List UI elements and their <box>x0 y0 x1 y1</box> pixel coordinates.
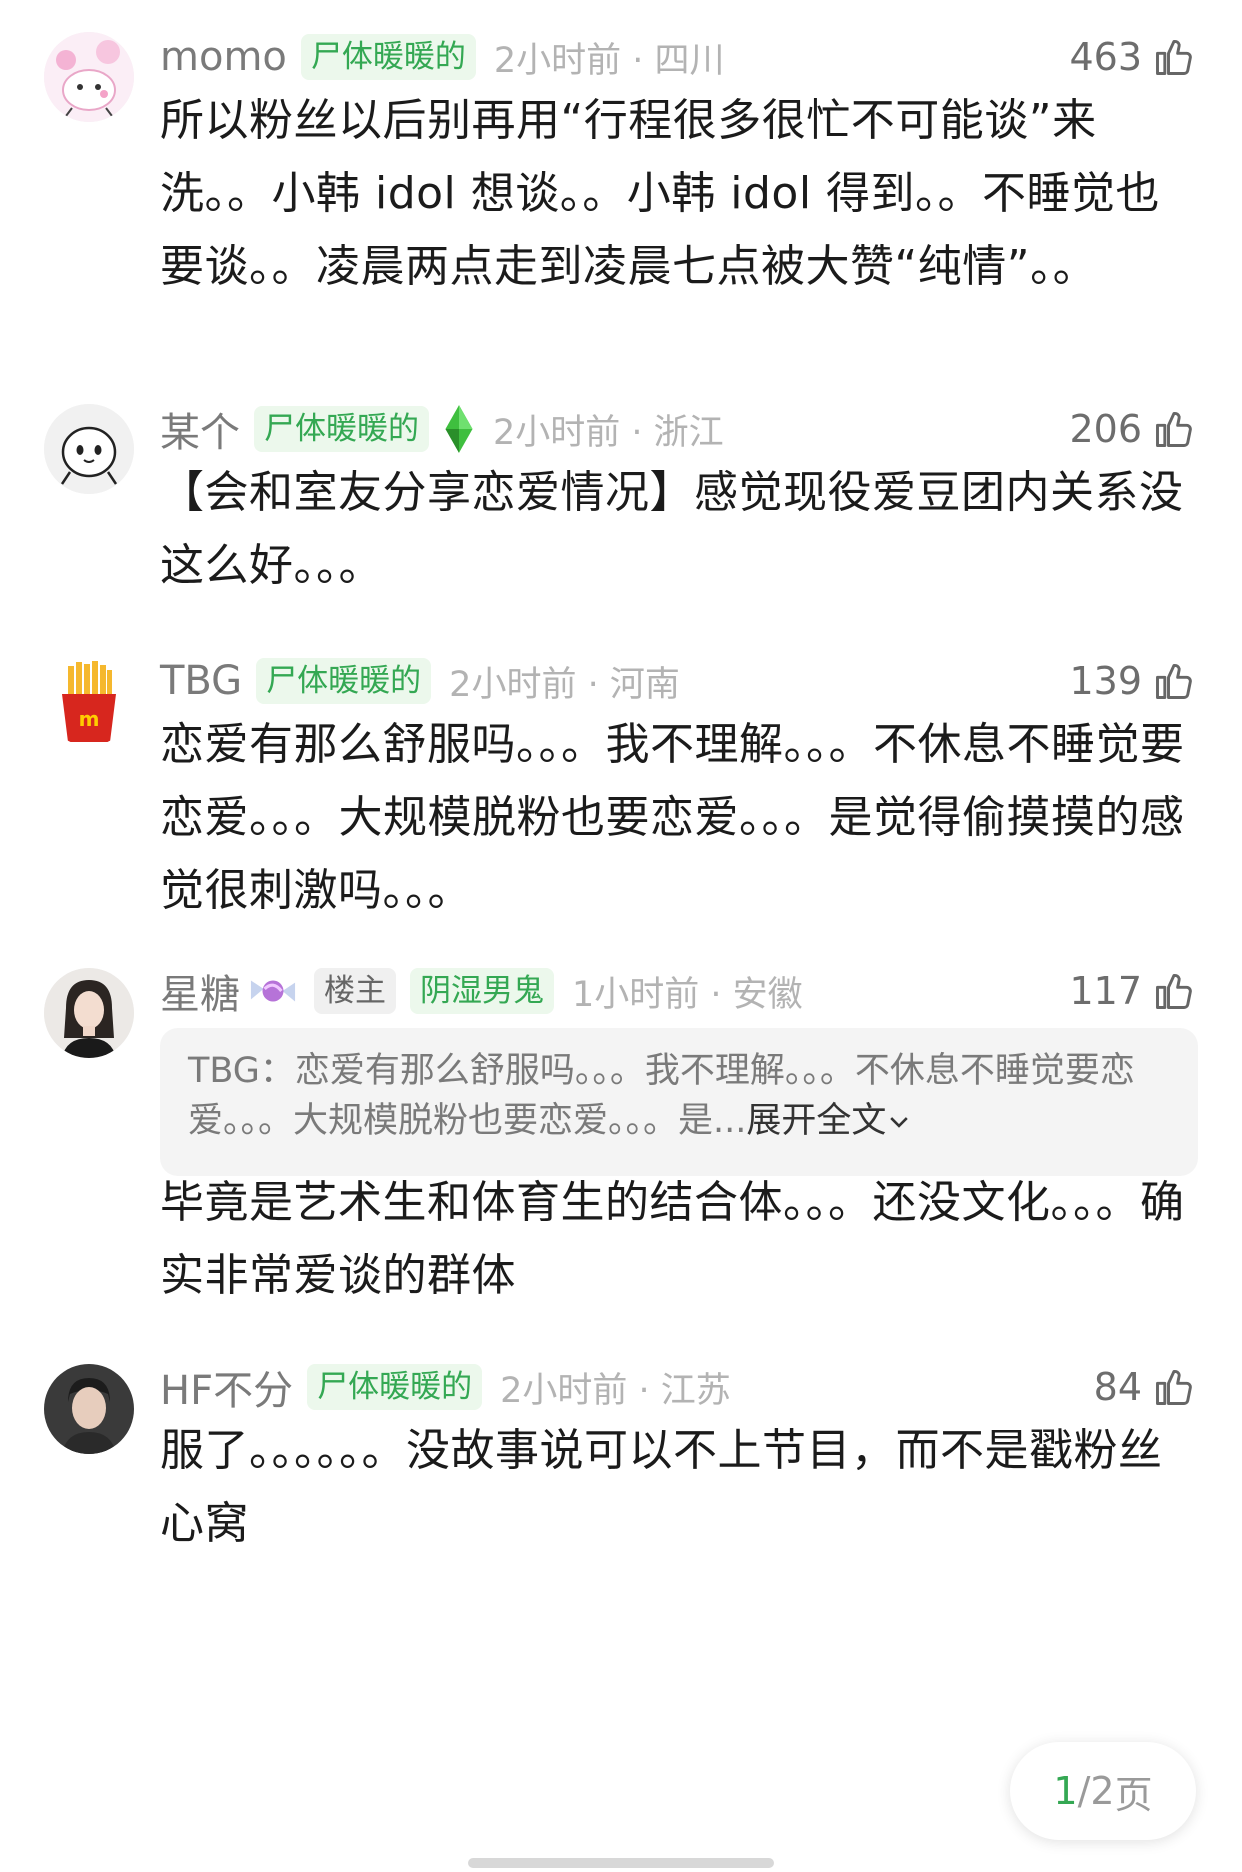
like-count: 463 <box>1069 35 1142 79</box>
fries-avatar-icon: m <box>44 656 134 746</box>
comment-header: momo 尸体暖暖的 2小时前 · 四川 <box>160 32 725 82</box>
comment-text: 【会和室友分享恋爱情况】感觉现役爱豆团内关系没这么好。。。 <box>160 467 1184 591</box>
thumbs-up-icon <box>1156 1369 1192 1405</box>
home-indicator[interactable] <box>468 1858 774 1868</box>
avatar[interactable] <box>44 968 134 1058</box>
green-diamond-icon <box>445 405 473 453</box>
comment-text: 恋爱有那么舒服吗。。。我不理解。。。不休息不睡觉要恋爱。。。大规模脱粉也要恋爱。… <box>160 719 1185 916</box>
thumbs-up-icon <box>1156 411 1192 447</box>
comment-header: HF不分 尸体暖暖的 2小时前 · 江苏 <box>160 1362 731 1414</box>
total-pages: /2 <box>1077 1769 1115 1813</box>
comment-text: 服了。。。。。。没故事说可以不上节目，而不是戳粉丝心窝 <box>160 1425 1163 1549</box>
avatar[interactable] <box>44 404 134 494</box>
avatar[interactable] <box>44 1364 134 1454</box>
user-tag: 尸体暖暖的 <box>256 658 432 704</box>
svg-text:m: m <box>79 707 100 731</box>
like-count: 84 <box>1093 1365 1142 1409</box>
quote-text: 恋爱有那么舒服吗。。。我不理解。。。不休息不睡觉要恋爱。。。大规模脱粉也要恋爱。… <box>188 1051 1135 1141</box>
like-button[interactable]: 139 <box>1069 656 1196 706</box>
comment-text: 毕竟是艺术生和体育生的结合体。。。还没文化。。。确实非常爱谈的群体 <box>160 1177 1185 1301</box>
like-button[interactable]: 463 <box>1069 32 1196 82</box>
page-suffix: 页 <box>1114 1772 1153 1817</box>
like-count: 139 <box>1069 659 1142 703</box>
page-indicator[interactable]: 1/2 页 <box>1010 1742 1196 1840</box>
time-location: 2小时前 · 河南 <box>449 664 680 705</box>
woman-photo-avatar-icon <box>44 968 134 1058</box>
username[interactable]: 星糖 <box>160 962 240 1020</box>
thumbs-up-icon <box>1156 39 1192 75</box>
cartoon-face-avatar-icon <box>44 404 134 494</box>
user-tag: 阴湿男鬼 <box>410 968 554 1014</box>
comment-text: 所以粉丝以后别再用“行程很多很忙不可能谈”来洗。。小韩 idol 想谈。。小韩 … <box>160 95 1161 292</box>
chevron-down-icon[interactable] <box>886 1109 912 1135</box>
username[interactable]: TBG <box>160 658 242 704</box>
username[interactable]: momo <box>160 34 287 80</box>
quoted-reply[interactable]: TBG：恋爱有那么舒服吗。。。我不理解。。。不休息不睡觉要恋爱。。。大规模脱粉也… <box>160 1028 1198 1176</box>
username[interactable]: 某个 <box>160 400 240 458</box>
current-page: 1 <box>1053 1769 1078 1813</box>
time-location: 2小时前 · 浙江 <box>493 412 724 453</box>
user-tag: 尸体暖暖的 <box>300 34 476 80</box>
like-count: 117 <box>1069 969 1142 1013</box>
avatar[interactable]: m <box>44 656 134 746</box>
quote-author: TBG： <box>188 1051 295 1091</box>
comment-header: 星糖 楼主 阴湿男鬼 1小时前 · 安徽 <box>160 966 803 1018</box>
host-tag: 楼主 <box>314 968 396 1014</box>
pink-cartoon-avatar-icon <box>44 32 134 122</box>
candy-icon <box>250 980 296 1002</box>
username[interactable]: HF不分 <box>160 1358 293 1416</box>
expand-button[interactable]: 展开全文 <box>746 1101 886 1141</box>
thumbs-up-icon <box>1156 973 1192 1009</box>
comment-header: 某个 尸体暖暖的 2小时前 · 浙江 <box>160 404 724 456</box>
time-location: 2小时前 · 江苏 <box>500 1370 731 1411</box>
comment-header: TBG 尸体暖暖的 2小时前 · 河南 <box>160 656 680 706</box>
thumbs-up-icon <box>1156 663 1192 699</box>
like-count: 206 <box>1069 407 1142 451</box>
avatar[interactable] <box>44 32 134 122</box>
time-location: 2小时前 · 四川 <box>493 40 725 81</box>
like-button[interactable]: 84 <box>1094 1362 1196 1412</box>
user-tag: 尸体暖暖的 <box>307 1364 483 1410</box>
like-button[interactable]: 117 <box>1069 966 1196 1016</box>
man-photo-avatar-icon <box>44 1364 134 1454</box>
time-location: 1小时前 · 安徽 <box>572 974 803 1015</box>
like-button[interactable]: 206 <box>1069 404 1196 454</box>
user-tag: 尸体暖暖的 <box>254 406 429 452</box>
